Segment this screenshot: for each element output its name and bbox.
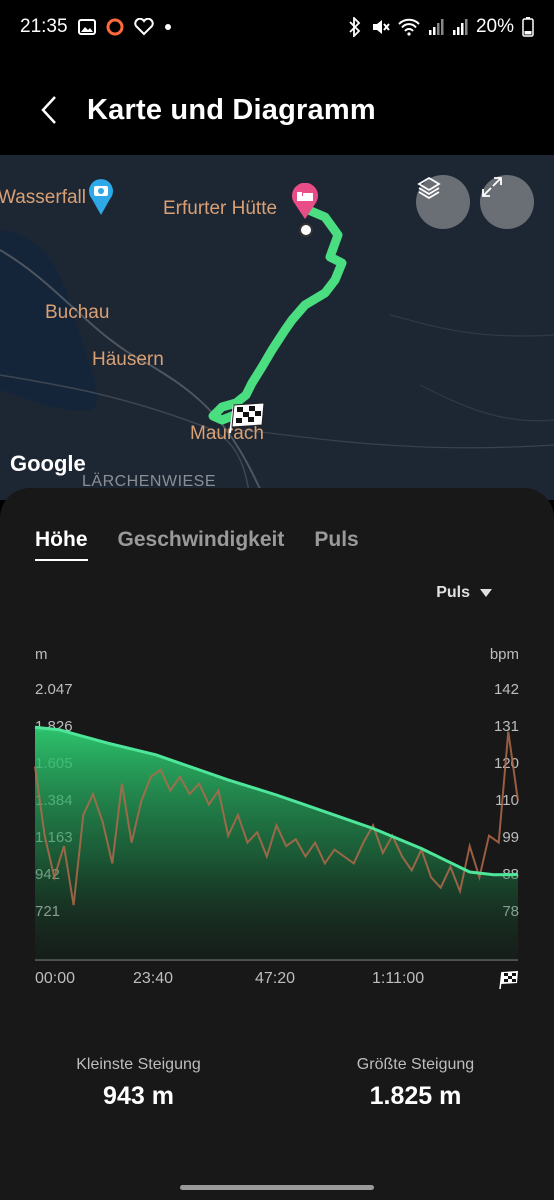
stat-max-elevation: Größte Steigung 1.825 m	[277, 1056, 554, 1111]
elevation-chart: m bpm 2.0471.8261.6051.3841.163942721 14…	[0, 638, 554, 998]
status-time: 21:35	[20, 16, 68, 37]
chart-plot	[34, 725, 519, 961]
layers-icon	[417, 176, 441, 200]
gallery-icon	[77, 19, 96, 35]
stat-min-label: Kleinste Steigung	[76, 1056, 201, 1073]
chart-tabs: Höhe Geschwindigkeit Puls	[35, 528, 359, 561]
dropdown-arrow-icon	[480, 589, 492, 597]
heart-icon	[133, 18, 154, 36]
signal-icon	[452, 18, 468, 36]
route-map[interactable]: Wasserfall Erfurter Hütte Buchau Häusern…	[0, 155, 554, 500]
tab-puls[interactable]: Puls	[314, 528, 358, 561]
bluetooth-icon	[348, 17, 362, 37]
stat-max-label: Größte Steigung	[356, 1056, 475, 1073]
back-button[interactable]	[14, 70, 84, 150]
finish-flag-small-icon	[498, 970, 520, 995]
google-logo: Google	[10, 451, 86, 476]
stats-row: Kleinste Steigung 943 m Größte Steigung …	[0, 1056, 554, 1111]
x-tick-label: 00:00	[35, 970, 76, 987]
map-label-wasserfall: Wasserfall	[0, 187, 86, 208]
page-title: Karte und Diagramm	[87, 93, 376, 126]
signal-icon	[428, 18, 444, 36]
mute-icon	[370, 17, 390, 37]
layers-button[interactable]	[416, 175, 470, 229]
map-label-buchau: Buchau	[45, 302, 110, 323]
expand-icon	[482, 177, 502, 197]
battery-icon	[522, 17, 534, 37]
map-label-erfurter-huette: Erfurter Hütte	[163, 198, 278, 219]
wifi-icon	[398, 18, 420, 36]
x-tick-label: 1:11:00	[372, 970, 425, 987]
tab-hoehe[interactable]: Höhe	[35, 528, 88, 561]
stat-min-elevation: Kleinste Steigung 943 m	[0, 1056, 277, 1111]
dropdown-label: Puls	[436, 584, 470, 601]
circle-icon	[106, 18, 124, 36]
dot-icon	[164, 23, 172, 31]
tab-geschwindigkeit[interactable]: Geschwindigkeit	[118, 528, 285, 561]
x-tick-label: 47:20	[255, 970, 296, 987]
battery-percent: 20%	[475, 16, 514, 37]
stat-max-value: 1.825 m	[369, 1082, 462, 1110]
stat-min-value: 943 m	[103, 1082, 174, 1110]
expand-button[interactable]	[480, 175, 534, 229]
x-tick-label: 23:40	[133, 970, 174, 987]
status-bar: 21:35 20%	[0, 0, 554, 54]
map-label-haeusern: Häusern	[92, 349, 164, 370]
chart-sheet: Höhe Geschwindigkeit Puls Puls m bpm 2.0…	[0, 488, 554, 1200]
overlay-dropdown[interactable]: Puls	[436, 584, 492, 602]
chevron-left-icon	[41, 96, 56, 124]
home-indicator[interactable]	[180, 1185, 374, 1190]
app-header: Karte und Diagramm	[0, 70, 554, 150]
